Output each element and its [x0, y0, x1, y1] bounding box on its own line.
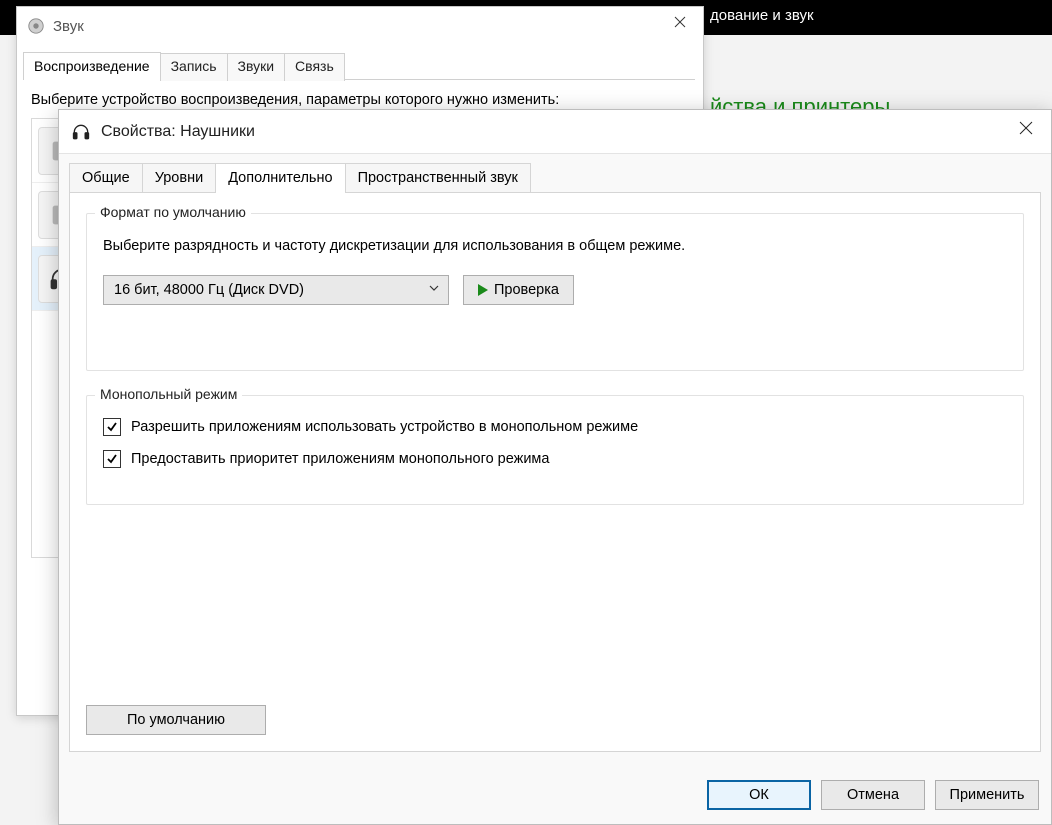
test-button[interactable]: Проверка [463, 275, 574, 305]
chevron-down-icon [428, 282, 440, 298]
tab-communications[interactable]: Связь [284, 53, 345, 81]
test-button-label: Проверка [494, 282, 559, 298]
properties-dialog: Свойства: Наушники Общие Уровни Дополнит… [58, 109, 1052, 825]
tab-playback[interactable]: Воспроизведение [23, 52, 161, 80]
ok-button[interactable]: ОК [707, 780, 811, 810]
default-format-description: Выберите разрядность и частоту дискретиз… [103, 236, 1007, 257]
sound-close-button[interactable] [657, 7, 703, 37]
checkmark-icon [106, 453, 118, 465]
format-combobox-value: 16 бит, 48000 Гц (Диск DVD) [114, 282, 304, 298]
tab-spatial-sound[interactable]: Пространственный звук [345, 163, 531, 193]
dialog-button-row: ОК Отмена Применить [707, 780, 1039, 810]
checkbox-exclusive-priority-label: Предоставить приоритет приложениям моноп… [131, 451, 549, 467]
group-exclusive-mode: Монопольный режим Разрешить приложениям … [86, 395, 1024, 505]
checkmark-icon [106, 421, 118, 433]
properties-tabs: Общие Уровни Дополнительно Пространствен… [69, 162, 1041, 192]
sound-titlebar[interactable]: Звук [17, 7, 703, 45]
close-icon [674, 16, 686, 28]
tab-advanced[interactable]: Дополнительно [215, 163, 345, 193]
properties-title: Свойства: Наушники [101, 123, 255, 141]
checkbox-exclusive-priority[interactable] [103, 450, 121, 468]
cancel-button[interactable]: Отмена [821, 780, 925, 810]
properties-close-button[interactable] [1001, 110, 1051, 146]
properties-titlebar[interactable]: Свойства: Наушники [59, 110, 1051, 154]
group-exclusive-legend: Монопольный режим [95, 386, 242, 402]
tab-sounds[interactable]: Звуки [227, 53, 286, 81]
checkbox-allow-exclusive[interactable] [103, 418, 121, 436]
properties-panel: Формат по умолчанию Выберите разрядность… [69, 192, 1041, 752]
background-topbar-text: дование и звук [710, 7, 814, 24]
headphones-icon [71, 122, 91, 142]
sound-tabs: Воспроизведение Запись Звуки Связь [23, 51, 695, 80]
group-default-format: Формат по умолчанию Выберите разрядность… [86, 213, 1024, 371]
group-default-format-legend: Формат по умолчанию [95, 204, 251, 220]
apply-button[interactable]: Применить [935, 780, 1039, 810]
tab-levels[interactable]: Уровни [142, 163, 217, 193]
sound-instruction: Выберите устройство воспроизведения, пар… [31, 92, 691, 108]
close-icon [1019, 121, 1033, 135]
tab-recording[interactable]: Запись [160, 53, 228, 81]
checkbox-allow-exclusive-label: Разрешить приложениям использовать устро… [131, 419, 638, 435]
tab-general[interactable]: Общие [69, 163, 143, 193]
sound-title: Звук [53, 18, 84, 35]
restore-defaults-button[interactable]: По умолчанию [86, 705, 266, 735]
speaker-icon [27, 17, 45, 35]
format-combobox[interactable]: 16 бит, 48000 Гц (Диск DVD) [103, 275, 449, 305]
play-icon [478, 284, 488, 296]
